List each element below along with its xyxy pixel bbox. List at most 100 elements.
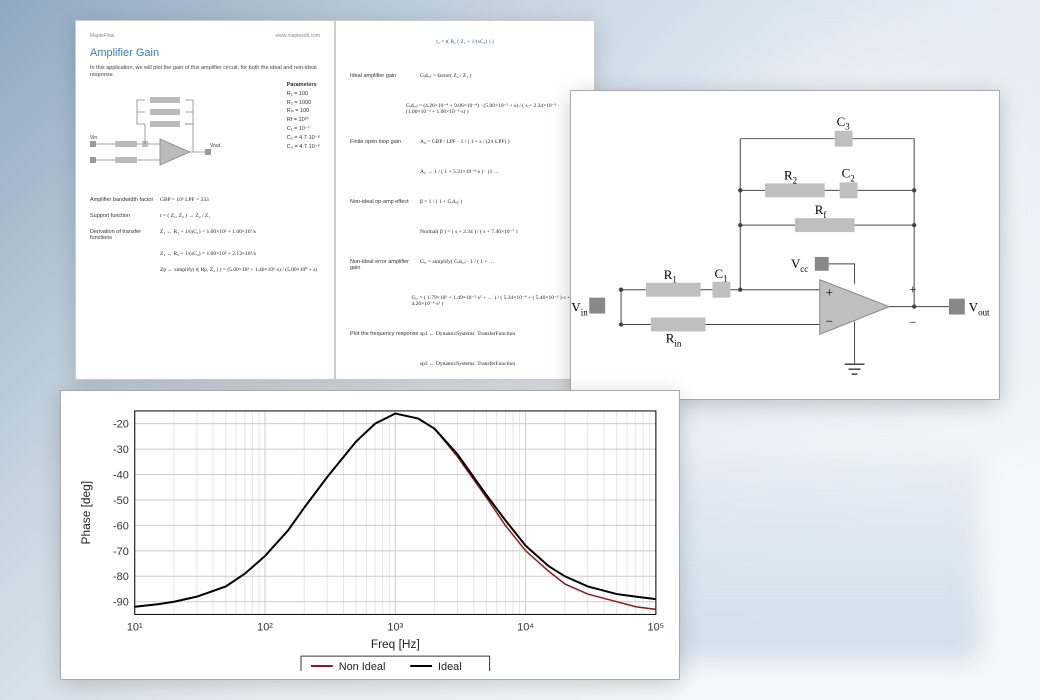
doc-section-expr: Normal( β ) = ( s + 2.34 ) / ( s + 7.46×… xyxy=(420,229,518,235)
doc-section-row: Ideal amplifier gainGᵢdₑₐₗ = factor( Z₂ … xyxy=(350,73,580,79)
param-row: R₁ = 100 xyxy=(287,90,320,99)
doc-section-row: A₀ → 1 / ( 1 + 5.31×10⁻⁴·s ) · (1 … xyxy=(350,169,580,175)
svg-text:10³: 10³ xyxy=(387,621,403,633)
doc-section-row: Non-ideal op-amp effectβ = 1 / ( 1 + Gᵢd… xyxy=(350,199,580,205)
doc-intro: In this application, we will plot the ga… xyxy=(90,65,320,79)
doc-section-label: Support function xyxy=(90,213,160,219)
doc-section-label: Ideal amplifier gain xyxy=(350,73,420,79)
legend-nonideal: Non Ideal xyxy=(339,661,386,671)
opamp-plus: + xyxy=(826,285,833,300)
svg-text:-80: -80 xyxy=(113,571,129,583)
param-row: C₂ = 4.7·10⁻⁶ xyxy=(287,134,320,143)
doc-section-expr: Z₁ ← R₁ + 1/(sC₁) = 1.00×10² + 1.00×10⁷/… xyxy=(160,229,256,241)
doc-section-label xyxy=(350,169,420,175)
label-vcc: Vcc xyxy=(791,256,808,274)
opamp-out-plus: + xyxy=(909,282,916,297)
doc-section-expr: t = ( Z₁, Z₂ ) → Z₂ / Z₁ xyxy=(160,213,210,219)
phase-plot-svg: -20 -30 -40 -50 -60 -70 -80 -90 10¹ 10² 10³ 10⁴ 10⁵ F… xyxy=(69,401,671,671)
xlabel: Freq [Hz] xyxy=(371,637,420,651)
svg-text:-50: -50 xyxy=(113,495,129,507)
svg-text:10¹: 10¹ xyxy=(127,621,143,633)
doc-section-expr: Z₂ ← R₂ + 1/(sC₂) = 1.00×10³ + 2.13×10⁵/… xyxy=(160,251,256,257)
doc-section-row: Gₑᵣ = ( 1.79×10⁵ + 1.49×10⁻²·s² + … ) / … xyxy=(350,295,580,307)
param-row: C₁ = 10⁻⁷ xyxy=(287,125,320,134)
doc-section-label: Derivation of transfer functions xyxy=(90,229,160,241)
svg-text:10⁵: 10⁵ xyxy=(648,621,665,633)
doc-section-label xyxy=(90,251,160,257)
doc-section-row: Amplifier bandwidth factorGBP = 10⁵ LPF … xyxy=(90,197,320,203)
label-rin: Rin xyxy=(666,330,682,348)
doc-section-row: Support functiont = ( Z₁, Z₂ ) → Z₂ / Z₁ xyxy=(90,213,320,219)
doc-page-1: MapleFlow www.maplesoft.com Amplifier Ga… xyxy=(75,20,335,380)
svg-text:-60: -60 xyxy=(113,520,129,532)
doc-section-expr: Gₑᵣ = ( 1.79×10⁵ + 1.49×10⁻²·s² + … ) / … xyxy=(411,295,580,307)
doc-section-label: Non-ideal error amplifier gain xyxy=(350,259,420,271)
circuit-diagram: + − + − C3 C2 R2 Rf R1 C1 Vcc Rin Vin Vo… xyxy=(570,90,1000,400)
doc-section-label xyxy=(350,229,420,235)
doc-section-expr: Gᵢdₑₐₗ = factor( Z₂ / Z₁ ) xyxy=(420,73,471,79)
ylabel: Phase [deg] xyxy=(79,481,93,545)
svg-text:-40: -40 xyxy=(113,469,129,481)
doc-page-2: t₂ = t( R₁ ( Z₁ + 1/(sC₃) ) ) Ideal ampl… xyxy=(335,20,595,380)
doc-section-row: Non-ideal error amplifier gainGₑᵣ = simp… xyxy=(350,259,580,271)
doc-section-label: Finite open loop gain xyxy=(350,139,420,145)
params-header: Parameters xyxy=(287,81,320,90)
doc-section-expr: sp1 ← DynamicSystems: TransferFunction xyxy=(420,331,515,337)
param-row: R₂ = 1000 xyxy=(287,99,320,108)
doc-title: Amplifier Gain xyxy=(90,47,320,59)
doc-section-expr: Gₑᵣ = simplify( Gᵢdₑₐₗ · 1 / ( 1 + … xyxy=(420,259,494,271)
svg-text:10⁴: 10⁴ xyxy=(517,621,534,633)
doc-section-row: Normal( β ) = ( s + 2.34 ) / ( s + 7.46×… xyxy=(350,229,580,235)
doc-parameters: Parameters R₁ = 100 R₂ = 1000 Rᵢₙ = 100 … xyxy=(287,81,320,151)
background-device xyxy=(630,460,980,660)
param-row: Rf = 10²⁰ xyxy=(287,116,320,125)
label-r2: R2 xyxy=(784,167,797,185)
doc-section-label: Non-ideal op-amp effect xyxy=(350,199,420,205)
doc-section-label xyxy=(350,103,406,115)
doc-section-row: Plot the frequency responsesp1 ← Dynamic… xyxy=(350,331,580,337)
doc-section-row: Derivation of transfer functionsZ₁ ← R₁ … xyxy=(90,229,320,241)
svg-text:-90: -90 xyxy=(113,597,129,609)
svg-text:Vout: Vout xyxy=(210,143,220,149)
document-pages: MapleFlow www.maplesoft.com Amplifier Ga… xyxy=(75,20,595,380)
opamp-out-minus: − xyxy=(909,314,916,329)
doc-site: www.maplesoft.com xyxy=(276,33,320,39)
doc-mini-circuit-icon: Vin Vout xyxy=(90,89,220,189)
svg-text:-20: -20 xyxy=(113,419,129,431)
label-c3: C3 xyxy=(837,114,851,132)
doc-section-row: Finite open loop gainA₀ = GBP / LPF · 1 … xyxy=(350,139,580,145)
doc-section-expr: β = 1 / ( 1 + Gᵢdₑₐₗ ) xyxy=(420,199,462,205)
legend-ideal: Ideal xyxy=(438,661,462,671)
svg-text:-70: -70 xyxy=(113,546,129,558)
doc-brand: MapleFlow xyxy=(90,33,114,39)
phase-plot: -20 -30 -40 -50 -60 -70 -80 -90 10¹ 10² 10³ 10⁴ 10⁵ F… xyxy=(60,390,680,680)
label-vin: Vin xyxy=(571,300,588,318)
doc-header: MapleFlow www.maplesoft.com xyxy=(90,33,320,39)
doc-section-expr: sp2 ← DynamicSystems: TransferFunction xyxy=(420,361,515,367)
svg-text:Vin: Vin xyxy=(90,135,97,141)
doc-section-expr: A₀ = GBP / LPF · 1 / ( 1 + s / (2π·LPF) … xyxy=(420,139,510,145)
doc-section-label xyxy=(350,361,420,367)
doc-section-expr: Gᵢdₑₐₗ = (4.26×10⁻⁴ + 9.06×10⁻⁴) · (5.00… xyxy=(406,103,580,115)
label-c1: C1 xyxy=(714,266,727,284)
label-vout: Vout xyxy=(969,300,990,318)
doc-section-expr: Zp ← simplify( t( Rp, Z₂ ) ) = (5.00×10³… xyxy=(160,267,317,273)
doc-section-label xyxy=(90,267,160,273)
label-c2: C2 xyxy=(842,165,855,183)
doc-section-row: Z₂ ← R₂ + 1/(sC₂) = 1.00×10³ + 2.13×10⁵/… xyxy=(90,251,320,257)
svg-text:-30: -30 xyxy=(113,444,129,456)
doc-p2-first: t₂ = t( R₁ ( Z₁ + 1/(sC₃) ) ) xyxy=(350,39,580,45)
label-r1: R1 xyxy=(664,267,677,285)
label-rf: Rf xyxy=(815,202,827,220)
svg-text:10²: 10² xyxy=(257,621,273,633)
doc-section-row: Gᵢdₑₐₗ = (4.26×10⁻⁴ + 9.06×10⁻⁴) · (5.00… xyxy=(350,103,580,115)
doc-section-label: Amplifier bandwidth factor xyxy=(90,197,160,203)
opamp-minus: − xyxy=(826,313,833,328)
param-row: Rᵢₙ = 100 xyxy=(287,107,320,116)
param-row: C₃ = 4.7·10⁻⁶ xyxy=(287,143,320,152)
doc-section-label xyxy=(350,295,411,307)
doc-section-label: Plot the frequency response xyxy=(350,331,420,337)
doc-section-expr: GBP = 10⁵ LPF = 333 xyxy=(160,197,209,203)
doc-section-row: sp2 ← DynamicSystems: TransferFunction xyxy=(350,361,580,367)
doc-section-expr: A₀ → 1 / ( 1 + 5.31×10⁻⁴·s ) · (1 … xyxy=(420,169,499,175)
